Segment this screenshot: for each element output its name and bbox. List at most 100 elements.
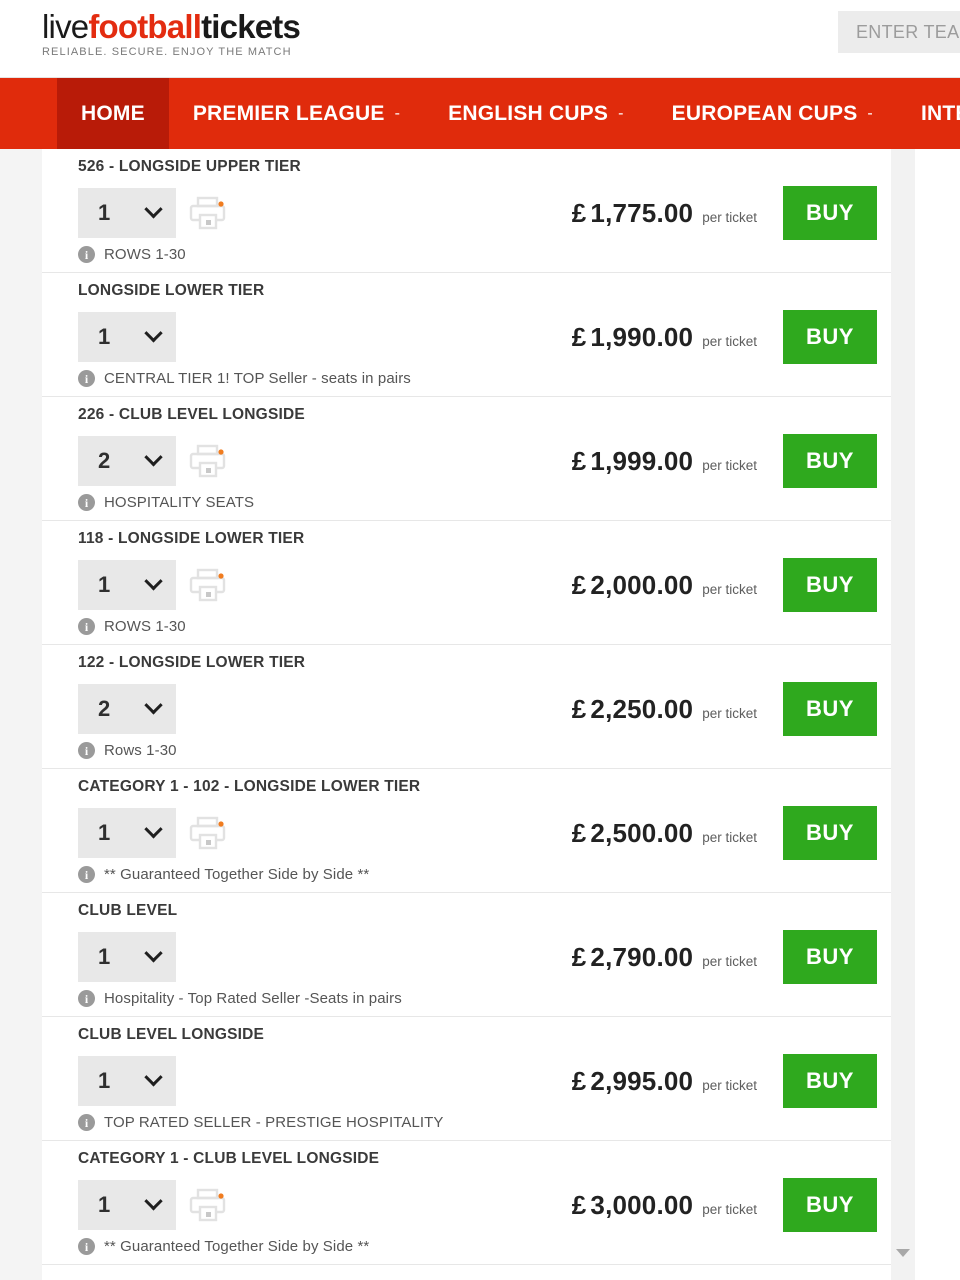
price-unit-label: per ticket [702,209,757,225]
nav-item-international[interactable]: INTERNATIONAL [897,78,960,149]
buy-button[interactable]: BUY [783,186,877,240]
chevron-down-icon [144,199,163,218]
ticket-row-controls: 1 £1,990.00 per ticket BUY [78,300,877,374]
chevron-down-icon: - [618,104,624,122]
info-icon[interactable]: i [78,990,95,1007]
printer-glyph [189,568,226,602]
price-value: 3,000.00 [590,1189,694,1220]
logo-tagline: RELIABLE. SECURE. ENJOY THE MATCH [42,46,292,58]
price-value: 1,775.00 [590,197,694,228]
scroll-down-button[interactable] [891,1240,915,1266]
buy-button[interactable]: BUY [783,1178,877,1232]
price-value: 2,000.00 [590,569,694,600]
eticket-printer-icon [188,196,228,230]
chevron-down-icon [144,1067,163,1086]
ticket-row-controls: 1 £3,000.00 per ticket BUY [78,1168,877,1242]
nav-item-home[interactable]: HOME [57,78,169,149]
ticket-title: 118 - LONGSIDE LOWER TIER [78,530,305,547]
info-icon[interactable]: i [78,370,95,387]
quantity-select[interactable]: 1 [78,1056,176,1106]
quantity-value: 2 [98,448,111,473]
ticket-price: £2,790.00 per ticket [572,942,757,973]
ticket-note: i Rows 1-30 [78,742,877,768]
page-scrollbar-track[interactable] [891,149,915,1280]
eticket-printer-icon [188,444,228,478]
chevron-down-icon [144,819,163,838]
price-amount: £2,250.00 [572,694,693,725]
info-icon[interactable]: i [78,618,95,635]
ticket-title: CLUB LEVEL [78,902,178,919]
currency-symbol: £ [571,197,587,228]
ticket-row-controls: 1 £2,995.00 per ticket BUY [78,1044,877,1118]
quantity-select[interactable]: 1 [78,560,176,610]
ticket-price: £2,995.00 per ticket [572,1066,757,1097]
price-amount: £2,790.00 [572,942,693,973]
currency-symbol: £ [571,321,587,352]
quantity-value: 1 [98,1192,111,1217]
quantity-select[interactable]: 2 [78,684,176,734]
right-rail [915,149,960,1280]
info-icon[interactable]: i [78,246,95,263]
nav-item-premier-league[interactable]: PREMIER LEAGUE - [169,78,424,149]
ticket-note: i ** Guaranteed Together Side by Side ** [78,1238,877,1264]
buy-button[interactable]: BUY [783,434,877,488]
quantity-value: 1 [98,324,111,349]
site-logo[interactable]: livefootballtickets RELIABLE. SECURE. EN… [42,8,301,59]
buy-button[interactable]: BUY [783,930,877,984]
info-icon[interactable]: i [78,1238,95,1255]
currency-symbol: £ [571,1189,587,1220]
quantity-select[interactable]: 1 [78,312,176,362]
ticket-title: CATEGORY 1 - CLUB LEVEL LONGSIDE [78,1150,380,1167]
price-amount: £2,995.00 [572,1066,693,1097]
buy-button[interactable]: BUY [783,558,877,612]
info-icon[interactable]: i [78,866,95,883]
price-unit-label: per ticket [702,1201,757,1217]
quantity-select[interactable]: 1 [78,188,176,238]
info-icon[interactable]: i [78,742,95,759]
chevron-down-icon [144,323,163,342]
price-amount: £1,990.00 [572,322,693,353]
price-unit-label: per ticket [702,333,757,349]
search-input[interactable] [838,11,960,53]
ticket-title: CLUB LEVEL LONGSIDE [78,1026,265,1043]
quantity-value: 1 [98,572,111,597]
ticket-note-text: ROWS 1-30 [104,246,186,263]
price-value: 1,990.00 [590,321,694,352]
main-navigation: HOME PREMIER LEAGUE - ENGLISH CUPS - EUROPEAN… [0,78,960,149]
ticket-note-text: ROWS 1-30 [104,618,186,635]
ticket-price: £1,990.00 per ticket [572,322,757,353]
ticket-note: i Hospitality - Top Rated Seller -Seats i… [78,990,877,1016]
ticket-row-controls: 2 £1,999.00 per ticket BUY [78,424,877,498]
ticket-row: 226 - CLUB LEVEL LONGSIDE 2 £1,999.00 per t… [42,397,891,521]
printer-glyph [189,816,226,850]
quantity-select[interactable]: 1 [78,808,176,858]
price-value: 2,790.00 [590,941,694,972]
nav-item-european-cups[interactable]: EUROPEAN CUPS - [648,78,897,149]
ticket-note-text: TOP RATED SELLER - PRESTIGE HOSPITALITY [104,1114,444,1131]
quantity-value: 1 [98,200,111,225]
logo-wordmark: livefootballtickets [42,8,301,45]
quantity-select[interactable]: 2 [78,436,176,486]
buy-button[interactable]: BUY [783,806,877,860]
quantity-value: 1 [98,944,111,969]
ticket-listing-panel: 526 - LONGSIDE UPPER TIER 1 £1,775.00 per t… [42,149,891,1280]
buy-button[interactable]: BUY [783,682,877,736]
ticket-row-controls: 1 £2,500.00 per ticket BUY [78,796,877,870]
logo-text-tickets: tickets [201,8,301,45]
currency-symbol: £ [571,1065,587,1096]
quantity-select[interactable]: 1 [78,932,176,982]
chevron-down-icon [144,943,163,962]
ticket-note-text: ** Guaranteed Together Side by Side ** [104,866,370,883]
eticket-printer-icon [188,816,228,850]
info-icon[interactable]: i [78,1114,95,1131]
printer-glyph [189,444,226,478]
buy-button[interactable]: BUY [783,310,877,364]
price-amount: £2,500.00 [572,818,693,849]
info-icon[interactable]: i [78,494,95,511]
buy-button[interactable]: BUY [783,1054,877,1108]
quantity-select[interactable]: 1 [78,1180,176,1230]
nav-item-english-cups[interactable]: ENGLISH CUPS - [424,78,647,149]
ticket-row: CATEGORY 1 - CLUB LEVEL LONGSIDE 1 £3,000.… [42,1141,891,1265]
logo-text-live: live [42,8,89,45]
ticket-note: i ROWS 1-30 [78,618,877,644]
